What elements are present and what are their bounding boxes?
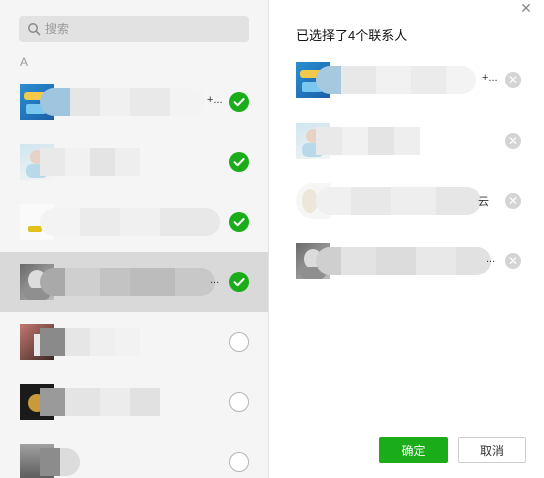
selected-contact-item: +... ✕ (296, 60, 526, 100)
contact-name-tail: 云 (478, 196, 489, 208)
contact-name-blurred (40, 268, 215, 296)
selected-count-title: 已选择了4个联系人 (296, 28, 408, 43)
contact-name-blurred (316, 127, 420, 155)
confirm-button[interactable]: 确定 (379, 437, 448, 463)
contact-row[interactable] (0, 192, 268, 252)
contact-name-blurred (40, 148, 140, 176)
contact-row[interactable]: +... (0, 72, 268, 132)
close-icon[interactable]: ✕ (519, 1, 533, 15)
search-icon (28, 23, 41, 36)
remove-icon[interactable]: ✕ (505, 133, 521, 149)
contact-name-blurred (40, 208, 220, 236)
contact-row[interactable] (0, 432, 268, 478)
check-icon[interactable] (229, 212, 249, 232)
contact-name-blurred (316, 66, 476, 94)
contact-row[interactable] (0, 312, 268, 372)
check-icon[interactable] (229, 332, 249, 352)
section-letter: A (20, 55, 29, 69)
contact-name-blurred (40, 448, 80, 476)
contact-name-blurred (316, 247, 491, 275)
contact-name-tail: ... (210, 274, 220, 286)
contact-name-tail: +... (207, 94, 223, 106)
contact-row[interactable] (0, 372, 268, 432)
selected-contacts-panel: ✕ 已选择了4个联系人 +... ✕ ✕ 云 ✕ ... ✕ 确定 取消 (270, 0, 544, 478)
contact-name-blurred (40, 388, 160, 416)
contact-row[interactable] (0, 132, 268, 192)
selected-contact-item: ... ✕ (296, 241, 526, 281)
selected-contact-item: 云 ✕ (296, 181, 526, 221)
contact-name-tail: ... (486, 253, 496, 265)
contact-name-blurred (40, 328, 140, 356)
contact-name-blurred (40, 88, 205, 116)
check-icon[interactable] (229, 152, 249, 172)
check-icon[interactable] (229, 272, 249, 292)
contact-name-blurred (316, 187, 481, 215)
selected-contact-item: ✕ (296, 121, 526, 161)
cancel-button[interactable]: 取消 (458, 437, 526, 463)
contact-name-tail: +... (482, 72, 498, 84)
remove-icon[interactable]: ✕ (505, 72, 521, 88)
remove-icon[interactable]: ✕ (505, 253, 521, 269)
search-input[interactable] (45, 16, 245, 42)
check-icon[interactable] (229, 452, 249, 472)
check-icon[interactable] (229, 92, 249, 112)
contact-row[interactable]: ... (0, 252, 268, 312)
remove-icon[interactable]: ✕ (505, 193, 521, 209)
check-icon[interactable] (229, 392, 249, 412)
contact-list-panel: A +... (0, 0, 269, 478)
search-box[interactable] (19, 16, 249, 42)
